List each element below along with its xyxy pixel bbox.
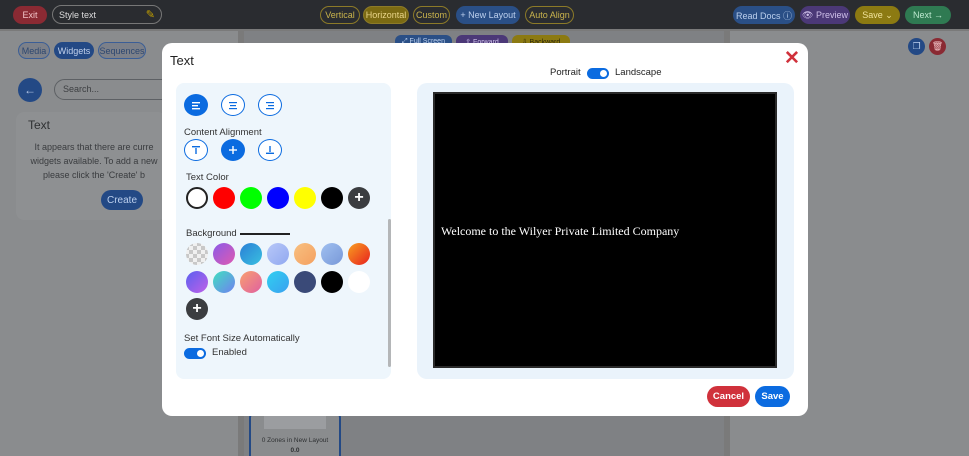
preview-screen: Welcome to the Wilyer Private Limited Co… — [433, 92, 777, 368]
align-center-icon — [229, 101, 237, 109]
zones-count-value: 0.0 — [290, 447, 300, 454]
save-button[interactable]: Save — [755, 386, 790, 407]
settings-scrollbar[interactable] — [388, 219, 391, 367]
layout-horizontal-button[interactable]: Horizontal — [363, 6, 409, 24]
pencil-icon[interactable]: ✎ — [146, 8, 155, 21]
text-color-swatch-yellow[interactable] — [294, 187, 316, 209]
background-label: Background — [186, 228, 237, 239]
content-alignment-label: Content Alignment — [184, 127, 262, 138]
background-swatch-peach[interactable] — [294, 243, 316, 265]
content-align-bottom-button[interactable] — [258, 139, 282, 161]
preview-button[interactable]: 👁 Preview — [800, 6, 850, 24]
background-swatch-mint-blue[interactable] — [213, 271, 235, 293]
content-align-top-button[interactable] — [184, 139, 208, 161]
background-swatch-coral[interactable] — [240, 271, 262, 293]
close-icon[interactable]: ✕ — [784, 49, 800, 69]
background-swatch-lavender[interactable] — [267, 243, 289, 265]
add-text-color-plus-icon[interactable]: + — [348, 187, 370, 209]
layout-vertical-button[interactable]: Vertical — [320, 6, 360, 24]
tab-widgets[interactable]: Widgets — [54, 42, 94, 59]
zones-count-label: 0 Zones in New Layout — [261, 437, 329, 444]
style-name-input[interactable]: Style text ✎ — [52, 5, 162, 24]
align-left-icon — [192, 101, 200, 109]
back-arrow-icon[interactable]: ← — [18, 78, 42, 102]
background-swatch-white[interactable] — [348, 271, 370, 293]
trash-icon[interactable]: 🗑 — [929, 38, 946, 55]
cancel-button[interactable]: Cancel — [707, 386, 750, 407]
style-name-value: Style text — [59, 9, 97, 20]
orientation-toggle[interactable] — [587, 68, 609, 79]
background-swatch-sky[interactable] — [321, 243, 343, 265]
widget-card-title: Text — [28, 118, 51, 132]
text-color-swatch-green[interactable] — [240, 187, 262, 209]
text-color-swatch-white[interactable] — [186, 187, 208, 209]
align-top-icon — [192, 146, 200, 154]
tab-sequences[interactable]: Sequences — [98, 42, 146, 59]
add-background-plus-icon[interactable]: + — [186, 298, 208, 320]
modal-title: Text — [170, 53, 194, 68]
text-color-swatch-blue[interactable] — [267, 187, 289, 209]
orientation-landscape-label: Landscape — [615, 67, 662, 78]
text-color-label: Text Color — [186, 172, 229, 183]
copy-icon[interactable]: ❐ — [908, 38, 925, 55]
text-color-swatch-red[interactable] — [213, 187, 235, 209]
widget-card-body: It appears that there are curre widgets … — [30, 142, 158, 180]
background-swatch-blue-teal[interactable] — [240, 243, 262, 265]
auto-align-button[interactable]: Auto Align — [525, 6, 574, 24]
background-swatch-purple-pink[interactable] — [213, 243, 235, 265]
create-button[interactable]: Create — [101, 190, 143, 210]
new-layout-button[interactable]: + New Layout — [456, 6, 520, 24]
settings-panel: Content Alignment Text Color + Backgroun… — [176, 83, 391, 379]
layout-custom-button[interactable]: Custom — [413, 6, 450, 24]
text-color-swatch-black[interactable] — [321, 187, 343, 209]
text-widget-modal: Text ✕ Content Alignment Text Color + Ba… — [162, 43, 808, 416]
tab-media[interactable]: Media — [18, 42, 50, 59]
background-swatch-cyan[interactable] — [267, 271, 289, 293]
background-swatch-violet[interactable] — [186, 271, 208, 293]
align-center-button[interactable] — [221, 94, 245, 116]
align-bottom-icon — [266, 146, 274, 154]
align-left-button[interactable] — [184, 94, 208, 116]
preview-text: Welcome to the Wilyer Private Limited Co… — [441, 224, 680, 238]
align-middle-icon — [229, 146, 237, 154]
align-right-button[interactable] — [258, 94, 282, 116]
content-align-middle-button[interactable] — [221, 139, 245, 161]
align-right-icon — [266, 101, 274, 109]
orientation-portrait-label: Portrait — [550, 67, 581, 78]
save-dropdown-button[interactable]: Save ⌄ — [855, 6, 900, 24]
background-swatch-orange-red[interactable] — [348, 243, 370, 265]
background-swatch-black[interactable] — [321, 271, 343, 293]
background-swatch-navy[interactable] — [294, 271, 316, 293]
next-button[interactable]: Next → — [905, 6, 951, 24]
exit-button[interactable]: Exit — [13, 6, 47, 24]
background-underline — [240, 233, 290, 235]
font-size-auto-state: Enabled — [212, 347, 247, 358]
font-size-auto-toggle[interactable] — [184, 348, 206, 359]
search-input[interactable]: Search... — [54, 79, 174, 100]
font-size-auto-label: Set Font Size Automatically — [184, 333, 300, 344]
read-docs-button[interactable]: Read Docs ⓘ — [733, 6, 795, 24]
background-swatch-transparent[interactable] — [186, 243, 208, 265]
